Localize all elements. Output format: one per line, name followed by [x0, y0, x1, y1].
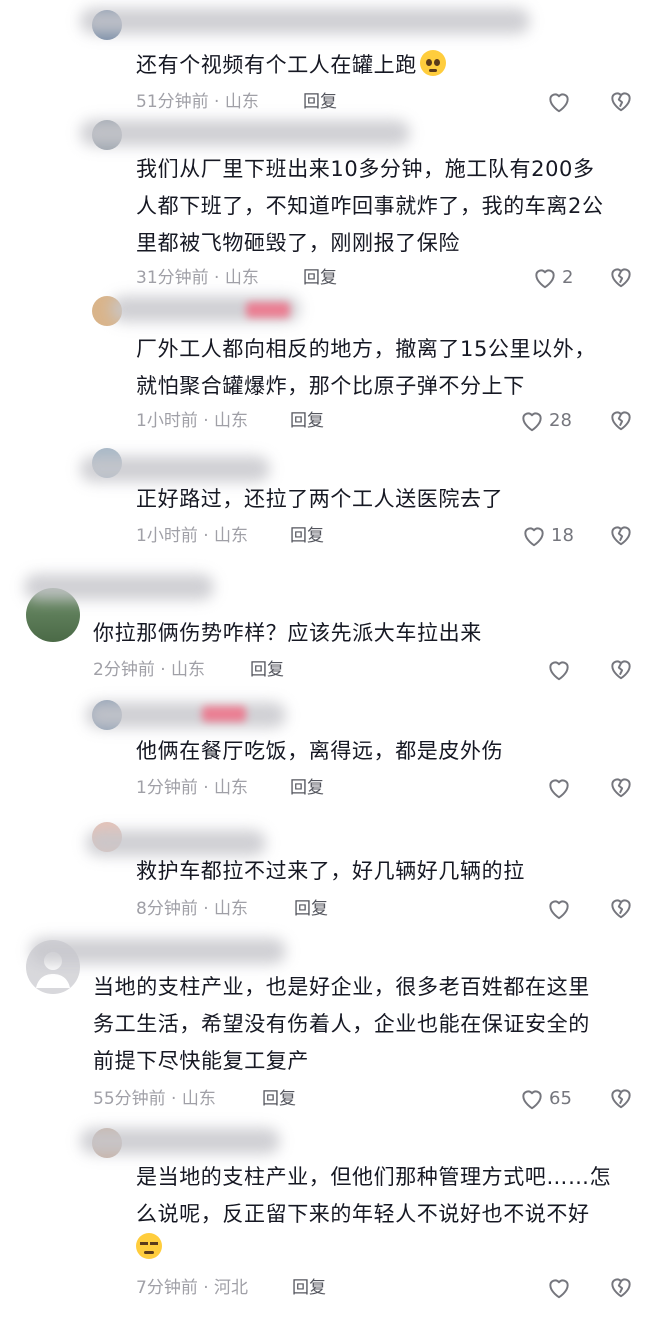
reply-button[interactable]: 回复	[290, 776, 324, 800]
username-blurred	[24, 574, 214, 600]
heart-icon	[549, 1279, 569, 1299]
broken-heart-icon	[611, 92, 631, 112]
comment-text: 正好路过，还拉了两个工人送医院去了	[136, 487, 504, 511]
comment-meta: 2分钟前 · 山东	[93, 660, 206, 680]
broken-heart-icon	[611, 1089, 631, 1109]
comment-meta: 1小时前 · 山东	[136, 526, 249, 546]
comment-meta: 51分钟前 · 山东	[136, 92, 259, 112]
like-button[interactable]	[546, 1274, 572, 1302]
like-button[interactable]: 28	[519, 407, 572, 435]
broken-heart-icon	[611, 526, 631, 546]
reply-button[interactable]: 回复	[294, 897, 328, 921]
comment-item: 救护车都拉不过来了，好几辆好几辆的拉 8分钟前 · 山东 回复	[0, 818, 660, 936]
like-button[interactable]	[546, 774, 572, 802]
broken-heart-icon	[611, 899, 631, 919]
comment-item: 正好路过，还拉了两个工人送医院去了 1小时前 · 山东 回复 18	[0, 442, 660, 562]
comment-text: 当地的支柱产业，也是好企业，很多老百姓都在这里 务工生活，希望没有伤着人，企业也…	[93, 975, 590, 1073]
dislike-button[interactable]	[608, 522, 634, 550]
like-button[interactable]: 65	[519, 1085, 572, 1113]
comment-text: 救护车都拉不过来了，好几辆好几辆的拉	[136, 859, 525, 883]
broken-heart-icon	[611, 778, 631, 798]
comment-item: 当地的支柱产业，也是好企业，很多老百姓都在这里 务工生活，希望没有伤着人，企业也…	[0, 936, 660, 1126]
comment-text: 你拉那俩伤势咋样？应该先派大车拉出来	[93, 621, 482, 645]
comment-text: 还有个视频有个工人在罐上跑	[136, 47, 446, 84]
heart-icon	[549, 779, 569, 799]
username-blurred	[86, 702, 286, 728]
like-button[interactable]	[546, 895, 572, 923]
reply-button[interactable]: 回复	[290, 409, 324, 433]
heart-icon	[535, 269, 555, 289]
like-count: 65	[549, 1088, 572, 1109]
like-button[interactable]	[546, 88, 572, 116]
heart-icon	[524, 527, 544, 547]
comment-text: 厂外工人都向相反的地方，撤离了15公里以外， 就怕聚合罐爆炸，那个比原子弹不分上…	[136, 337, 596, 398]
dislike-button[interactable]	[608, 1085, 634, 1113]
dislike-button[interactable]	[608, 264, 634, 292]
smirk-face-icon	[136, 1233, 162, 1259]
comment-meta: 8分钟前 · 山东	[136, 899, 249, 919]
dislike-button[interactable]	[608, 1274, 634, 1302]
comment-item: 是当地的支柱产业，但他们那种管理方式吧……怎 么说呢，反正留下来的年轻人不说好也…	[0, 1124, 660, 1317]
comment-meta: 1分钟前 · 山东	[136, 778, 249, 798]
comment-text: 是当地的支柱产业，但他们那种管理方式吧……怎 么说呢，反正留下来的年轻人不说好也…	[136, 1159, 611, 1271]
username-blurred	[80, 456, 270, 482]
heart-icon	[522, 412, 542, 432]
like-button[interactable]	[546, 656, 572, 684]
reply-button[interactable]: 回复	[290, 524, 324, 548]
like-count: 18	[551, 525, 574, 546]
comment-meta: 55分钟前 · 山东	[93, 1089, 216, 1109]
broken-heart-icon	[611, 1278, 631, 1298]
comment-item: 还有个视频有个工人在罐上跑 51分钟前 · 山东 回复	[0, 0, 660, 120]
heart-icon	[549, 93, 569, 113]
user-tag-blurred	[246, 302, 290, 318]
like-button[interactable]: 2	[532, 264, 573, 292]
username-blurred	[80, 120, 410, 146]
comment-text: 他俩在餐厅吃饭，离得远，都是皮外伤	[136, 739, 504, 763]
reply-button[interactable]: 回复	[262, 1087, 296, 1111]
user-tag-blurred	[202, 706, 246, 722]
like-count: 28	[549, 410, 572, 431]
comment-meta: 31分钟前 · 山东	[136, 268, 259, 288]
reply-button[interactable]: 回复	[292, 1276, 326, 1300]
heart-icon	[549, 661, 569, 681]
like-button[interactable]: 18	[521, 522, 574, 550]
dislike-button[interactable]	[608, 407, 634, 435]
dislike-button[interactable]	[608, 88, 634, 116]
pleading-face-icon	[419, 50, 446, 76]
reply-button[interactable]: 回复	[250, 658, 284, 682]
comment-item: 我们从厂里下班出来10多分钟，施工队有200多 人都下班了，不知道咋回事就炸了，…	[0, 118, 660, 298]
reply-button[interactable]: 回复	[303, 90, 337, 114]
comment-meta: 7分钟前 · 河北	[136, 1278, 249, 1298]
comment-item: 你拉那俩伤势咋样？应该先派大车拉出来 2分钟前 · 山东 回复	[0, 568, 660, 693]
broken-heart-icon	[611, 268, 631, 288]
username-blurred	[80, 1128, 280, 1154]
heart-icon	[522, 1090, 542, 1110]
reply-button[interactable]: 回复	[303, 266, 337, 290]
broken-heart-icon	[611, 411, 631, 431]
comment-item: 他俩在餐厅吃饭，离得远，都是皮外伤 1分钟前 · 山东 回复	[0, 696, 660, 816]
comment-item: 厂外工人都向相反的地方，撤离了15公里以外， 就怕聚合罐爆炸，那个比原子弹不分上…	[0, 292, 660, 437]
like-count: 2	[562, 267, 574, 288]
heart-icon	[549, 900, 569, 920]
username-blurred	[80, 8, 530, 34]
dislike-button[interactable]	[608, 656, 634, 684]
broken-heart-icon	[611, 660, 631, 680]
comment-text: 我们从厂里下班出来10多分钟，施工队有200多 人都下班了，不知道咋回事就炸了，…	[136, 157, 604, 255]
dislike-button[interactable]	[608, 774, 634, 802]
username-blurred	[30, 938, 286, 964]
comment-meta: 1小时前 · 山东	[136, 411, 249, 431]
dislike-button[interactable]	[608, 895, 634, 923]
